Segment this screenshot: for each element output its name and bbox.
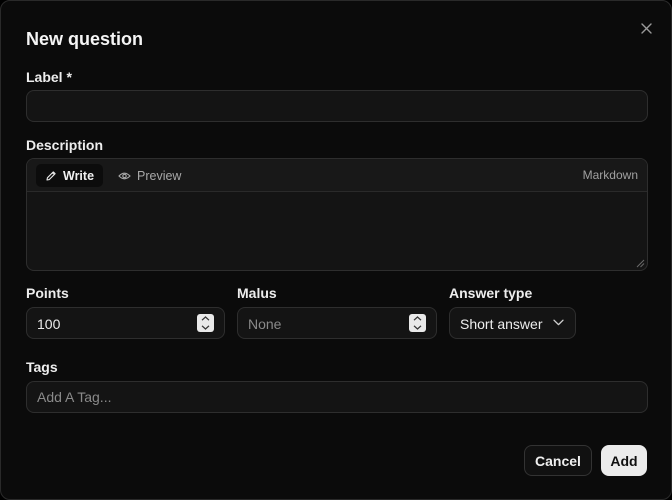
malus-label: Malus	[237, 285, 277, 301]
new-question-dialog: New question Label * Description Write P…	[0, 0, 672, 500]
points-label: Points	[26, 285, 69, 301]
answer-type-label: Answer type	[449, 285, 533, 301]
tags-input[interactable]	[26, 381, 648, 413]
chevron-down-icon	[201, 325, 210, 330]
tab-preview-label: Preview	[137, 168, 182, 183]
chevron-up-icon	[201, 316, 210, 321]
malus-stepper[interactable]	[409, 314, 426, 332]
chevron-up-icon	[413, 316, 422, 321]
markdown-mode-label: Markdown	[582, 168, 638, 182]
points-input[interactable]: 100	[26, 307, 225, 339]
points-value: 100	[37, 316, 61, 332]
malus-input[interactable]: None	[237, 307, 437, 339]
close-icon	[640, 22, 652, 34]
description-editor: Write Preview Markdown	[26, 158, 648, 271]
eye-icon	[118, 172, 131, 179]
answer-type-value: Short answer	[460, 316, 543, 332]
resize-grip-icon[interactable]	[636, 259, 645, 268]
chevron-down-icon	[413, 325, 422, 330]
close-button[interactable]	[637, 19, 655, 37]
tab-write[interactable]: Write	[36, 164, 104, 187]
description-label: Description	[26, 137, 104, 153]
label-field-label: Label *	[26, 69, 72, 85]
add-button[interactable]: Add	[601, 445, 647, 476]
malus-placeholder: None	[248, 316, 282, 332]
cancel-button[interactable]: Cancel	[524, 445, 592, 476]
answer-type-select[interactable]: Short answer	[449, 307, 576, 339]
description-textarea[interactable]	[27, 192, 647, 270]
dialog-title: New question	[26, 29, 144, 49]
tab-write-label: Write	[63, 168, 95, 183]
label-input[interactable]	[26, 90, 648, 122]
tab-preview[interactable]: Preview	[109, 164, 190, 187]
pencil-icon	[46, 170, 56, 181]
points-stepper[interactable]	[197, 314, 214, 332]
chevron-down-icon	[553, 319, 564, 326]
editor-toolbar: Write Preview Markdown	[27, 159, 647, 192]
tags-label: Tags	[26, 359, 58, 375]
